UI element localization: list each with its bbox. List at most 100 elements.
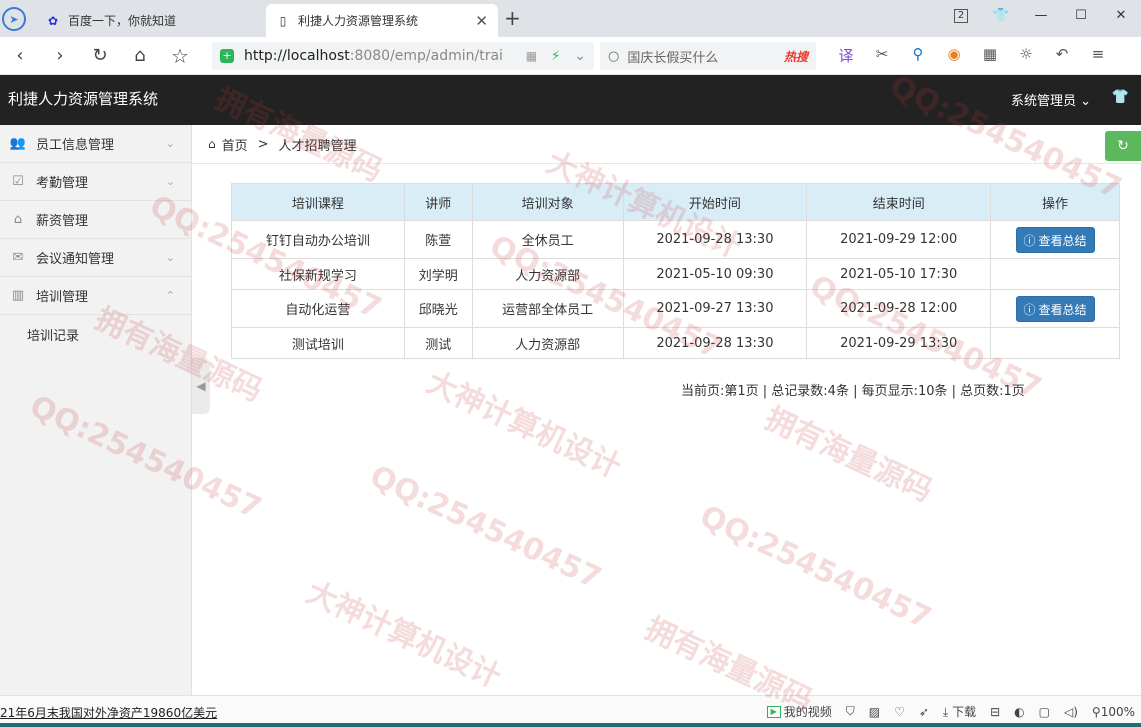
- browser-extension-icons: 译 ✂ ⚲ ◉ ▦ ☼ ↶ ≡: [830, 45, 1114, 66]
- search-icon: ○: [608, 48, 620, 64]
- user-menu[interactable]: 系统管理员 ⌄: [1011, 90, 1091, 109]
- breadcrumb: ⌂ 首页 > 人才招聘管理: [192, 125, 1141, 164]
- scissors-icon[interactable]: ✂: [866, 45, 898, 66]
- refresh-button[interactable]: ↻: [1105, 131, 1141, 161]
- maximize-icon[interactable]: ☐: [1061, 8, 1101, 23]
- close-window-icon[interactable]: ✕: [1101, 8, 1141, 23]
- cell-target: 人力资源部: [471, 327, 624, 359]
- image-icon[interactable]: ▨: [869, 705, 880, 719]
- speaker-icon[interactable]: ◁): [1064, 705, 1078, 719]
- button-label: 查看总结: [1038, 302, 1087, 317]
- column-header: 讲师: [403, 183, 473, 221]
- translate-icon[interactable]: 译: [830, 45, 862, 66]
- search-input[interactable]: ○ 国庆长假买什么 热搜: [600, 42, 816, 70]
- sidebar-item-meeting[interactable]: ✉ 会议通知管理 ⌄: [0, 239, 191, 277]
- reload-icon[interactable]: ↻: [80, 45, 120, 66]
- bank-icon: ⌂: [13, 212, 23, 227]
- chevron-down-icon: ⌄: [165, 137, 175, 150]
- sidebar-item-employee[interactable]: 👥 员工信息管理 ⌄: [0, 125, 191, 163]
- zoom-control[interactable]: ⚲100%: [1092, 705, 1135, 719]
- back-icon[interactable]: ‹: [0, 45, 40, 66]
- app-title: 利捷人力资源管理系统: [8, 90, 159, 108]
- cell-target: 全休员工: [471, 220, 624, 259]
- cell-target: 人力资源部: [471, 258, 624, 290]
- heart-icon[interactable]: ♡: [894, 705, 905, 719]
- sidebar-item-label: 薪资管理: [36, 214, 89, 229]
- screenshot-icon[interactable]: ⊟: [990, 705, 1000, 719]
- undo-icon[interactable]: ↶: [1046, 45, 1078, 66]
- table-row: 钉钉自动办公培训 陈萱 全休员工 2021-09-28 13:30 2021-0…: [231, 220, 1120, 259]
- envelope-icon: ✉: [12, 250, 24, 265]
- shield-icon[interactable]: ⛉: [846, 704, 855, 719]
- chevron-down-icon: ⌄: [165, 175, 175, 188]
- download-label: 下载: [952, 705, 977, 719]
- hot-search-badge[interactable]: 热搜: [784, 48, 808, 65]
- browser-icon[interactable]: ◐: [1014, 705, 1024, 719]
- clipboard-check-icon: ☑: [12, 174, 24, 189]
- close-icon[interactable]: ✕: [475, 12, 488, 30]
- watermark-text: 大神计算机设计: [420, 364, 627, 486]
- app-header: 利捷人力资源管理系统 系统管理员 ⌄ 👕: [0, 75, 1141, 125]
- book-icon: ▥: [11, 288, 25, 303]
- new-tab-icon[interactable]: +: [504, 6, 521, 30]
- cell-start: 2021-09-28 13:30: [622, 327, 808, 359]
- table-header-row: 培训课程 讲师 培训对象 开始时间 结束时间 操作: [231, 183, 1120, 221]
- menu-icon[interactable]: ≡: [1082, 45, 1114, 66]
- sidebar-item-training[interactable]: ▥ 培训管理 ⌃: [0, 277, 191, 315]
- cell-start: 2021-09-28 13:30: [622, 220, 808, 259]
- sidebar-item-label: 会议通知管理: [36, 252, 115, 267]
- download-button[interactable]: ⤓ 下载: [943, 703, 976, 720]
- apps-grid-icon[interactable]: ▦: [974, 45, 1006, 66]
- cell-target: 运营部全体员工: [471, 289, 624, 328]
- browser-tab-baidu[interactable]: ✿ 百度一下，你就知道: [36, 4, 266, 37]
- address-bar[interactable]: + http://localhost:8080/emp/admin/trai ▦…: [212, 42, 594, 70]
- shirt-icon[interactable]: 👕: [981, 8, 1021, 23]
- cell-action: [990, 327, 1120, 359]
- cell-course: 社保新规学习: [231, 258, 405, 290]
- chevron-down-icon[interactable]: ⌄: [574, 48, 586, 64]
- table-row: 社保新规学习 刘学明 人力资源部 2021-05-10 09:30 2021-0…: [231, 258, 1120, 290]
- pagination-info: 当前页:第1页 | 总记录数:4条 | 每页显示:10条 | 总页数:1页: [681, 384, 1025, 399]
- cell-teacher: 刘学明: [403, 258, 473, 290]
- rocket-icon[interactable]: ➶: [919, 705, 929, 719]
- home-icon: ⌂: [208, 137, 216, 151]
- browser-toolbar: ‹ › ↻ ⌂ ☆ + http://localhost:8080/emp/ad…: [0, 37, 1141, 75]
- my-videos-label: 我的视频: [783, 705, 832, 719]
- baidu-paw-icon: ✿: [47, 13, 59, 28]
- shirt-icon[interactable]: 👕: [1112, 89, 1129, 105]
- cell-action: [990, 258, 1120, 290]
- watermark-text: QQ:254540457: [364, 458, 607, 597]
- bookmark-star-icon[interactable]: ☆: [160, 44, 200, 68]
- view-summary-button[interactable]: ⓘ 查看总结: [1015, 226, 1095, 253]
- cell-end: 2021-09-29 13:30: [806, 327, 992, 359]
- home-icon[interactable]: ⌂: [120, 45, 160, 66]
- cell-end: 2021-09-28 12:00: [806, 289, 992, 328]
- breadcrumb-home[interactable]: 首页: [222, 135, 248, 154]
- qr-code-icon[interactable]: ▦: [526, 49, 537, 63]
- browser-navigate-icon[interactable]: ➤: [2, 7, 26, 31]
- lightning-icon[interactable]: ⚡: [551, 49, 560, 64]
- chevron-down-icon: ⌄: [1080, 94, 1091, 109]
- my-videos-button[interactable]: ▶ 我的视频: [766, 703, 832, 720]
- sidebar-subitem-training-records[interactable]: 培训记录: [0, 315, 191, 353]
- sidebar-collapse-handle[interactable]: ◀: [192, 358, 210, 414]
- watermark-text: 拥有海量源码: [759, 401, 938, 510]
- cell-teacher: 陈萱: [403, 220, 473, 259]
- window-count-badge[interactable]: 2: [941, 7, 981, 23]
- sidebar-item-attendance[interactable]: ☑ 考勤管理 ⌄: [0, 163, 191, 201]
- minimize-icon[interactable]: —: [1021, 8, 1061, 23]
- view-summary-button[interactable]: ⓘ 查看总结: [1015, 295, 1095, 322]
- gamepad-icon[interactable]: ◉: [938, 45, 970, 66]
- sidebar-item-salary[interactable]: ⌂ 薪资管理: [0, 201, 191, 239]
- cell-end: 2021-05-10 17:30: [806, 258, 992, 290]
- browser-tab-hrm[interactable]: ▯ 利捷人力资源管理系统 ✕: [266, 4, 498, 37]
- brightness-icon[interactable]: ☼: [1010, 45, 1042, 66]
- forward-icon[interactable]: ›: [40, 45, 80, 66]
- cell-start: 2021-09-27 13:30: [622, 289, 808, 328]
- window-icon[interactable]: ▢: [1039, 705, 1050, 719]
- cell-course: 自动化运营: [231, 289, 405, 328]
- play-icon: ▶: [766, 705, 781, 718]
- cell-start: 2021-05-10 09:30: [622, 258, 808, 290]
- news-ticker-link[interactable]: 21年6月末我国对外净资产19860亿美元: [0, 704, 217, 721]
- magnifier-icon[interactable]: ⚲: [902, 45, 934, 66]
